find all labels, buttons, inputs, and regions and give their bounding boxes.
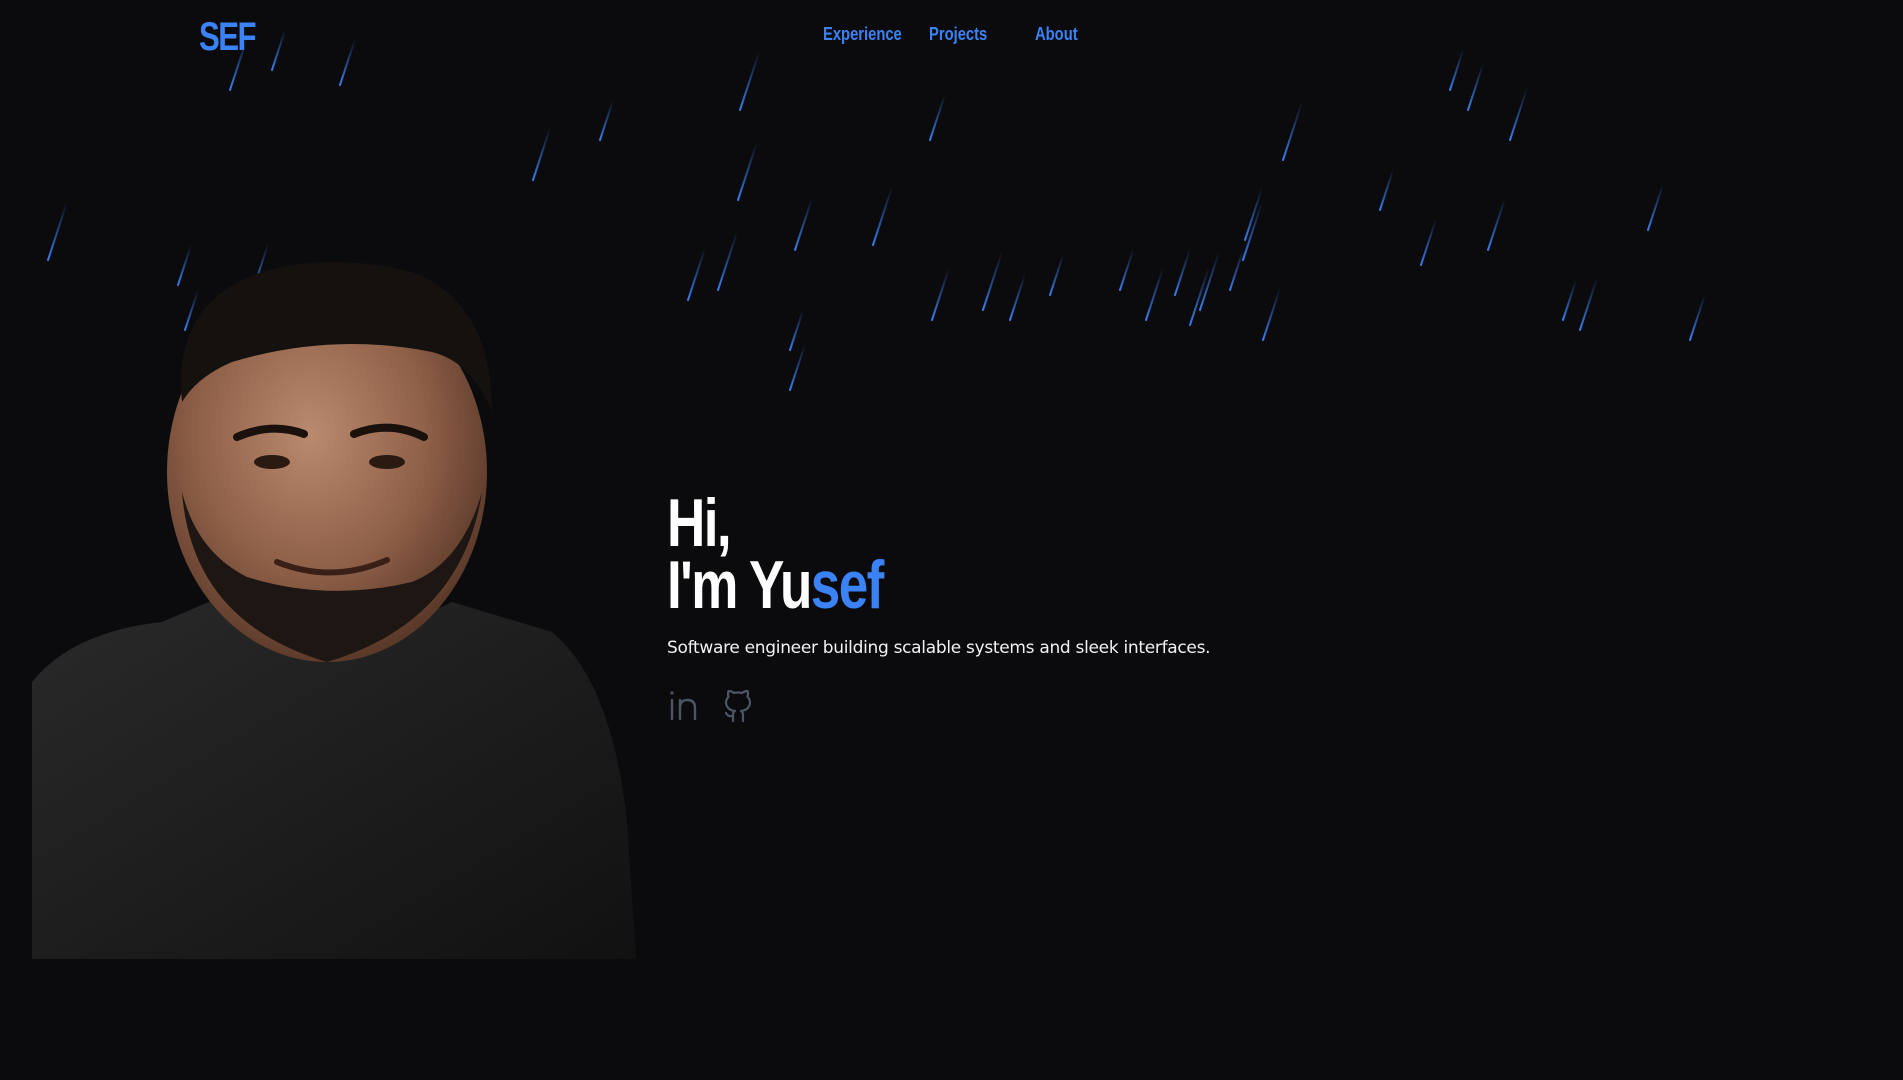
- rain-streak: [1244, 187, 1264, 241]
- rain-streak: [1467, 63, 1485, 111]
- logo[interactable]: SEF: [199, 13, 257, 61]
- rain-streak: [794, 197, 814, 251]
- rain-streak: [872, 186, 894, 246]
- linkedin-icon[interactable]: [666, 688, 702, 724]
- rain-streak: [1174, 248, 1192, 296]
- rain-streak: [687, 247, 707, 301]
- rain-streak: [1449, 49, 1465, 91]
- rain-streak: [1579, 277, 1599, 331]
- rain-streak: [1009, 273, 1027, 321]
- rain-streak: [47, 201, 69, 261]
- rain-streak: [982, 251, 1004, 311]
- rain-streak: [599, 99, 615, 141]
- page: SEF Experience Projects About Hi, I'm Yu…: [0, 0, 1903, 1080]
- rain-streak: [1509, 87, 1529, 141]
- rain-streak: [271, 29, 287, 71]
- rain-streak: [789, 309, 805, 351]
- rain-streak: [929, 93, 947, 141]
- rain-streak: [1145, 267, 1165, 321]
- rain-streak: [1420, 218, 1438, 266]
- rain-streak: [737, 141, 759, 201]
- rain-streak: [1049, 254, 1065, 296]
- rain-streak: [789, 343, 807, 391]
- rain-streak: [1647, 183, 1665, 231]
- rain-streak: [532, 127, 552, 181]
- rain-streak: [717, 231, 739, 291]
- rain-streak: [1282, 101, 1304, 161]
- rain-streak: [1189, 266, 1211, 326]
- rain-streak: [1242, 201, 1264, 261]
- rain-streak: [1379, 169, 1395, 211]
- rain-streak: [1689, 293, 1707, 341]
- rain-streak: [1119, 249, 1135, 291]
- github-icon[interactable]: [720, 688, 756, 724]
- rain-streak: [1229, 249, 1245, 291]
- social-links: [666, 688, 756, 724]
- rain-streak: [1199, 251, 1221, 311]
- rain-streak: [1562, 279, 1578, 321]
- tagline: Software engineer building scalable syst…: [667, 638, 1211, 658]
- nav-link-about[interactable]: About: [1035, 24, 1078, 45]
- rain-streak: [1487, 197, 1507, 251]
- rain-streak: [339, 38, 357, 86]
- rain-streak: [931, 267, 951, 321]
- hero-heading: Hi, I'm Yusef: [667, 489, 944, 619]
- profile-photo: [32, 262, 636, 959]
- rain-streak: [1262, 287, 1282, 341]
- rain-streak: [739, 51, 761, 111]
- nav-link-experience[interactable]: Experience: [823, 24, 902, 45]
- name-prefix: I'm Yu: [667, 547, 812, 623]
- name-accent: sef: [810, 547, 885, 623]
- nav-link-projects[interactable]: Projects: [929, 24, 987, 45]
- main-nav: Experience Projects About: [823, 24, 1085, 45]
